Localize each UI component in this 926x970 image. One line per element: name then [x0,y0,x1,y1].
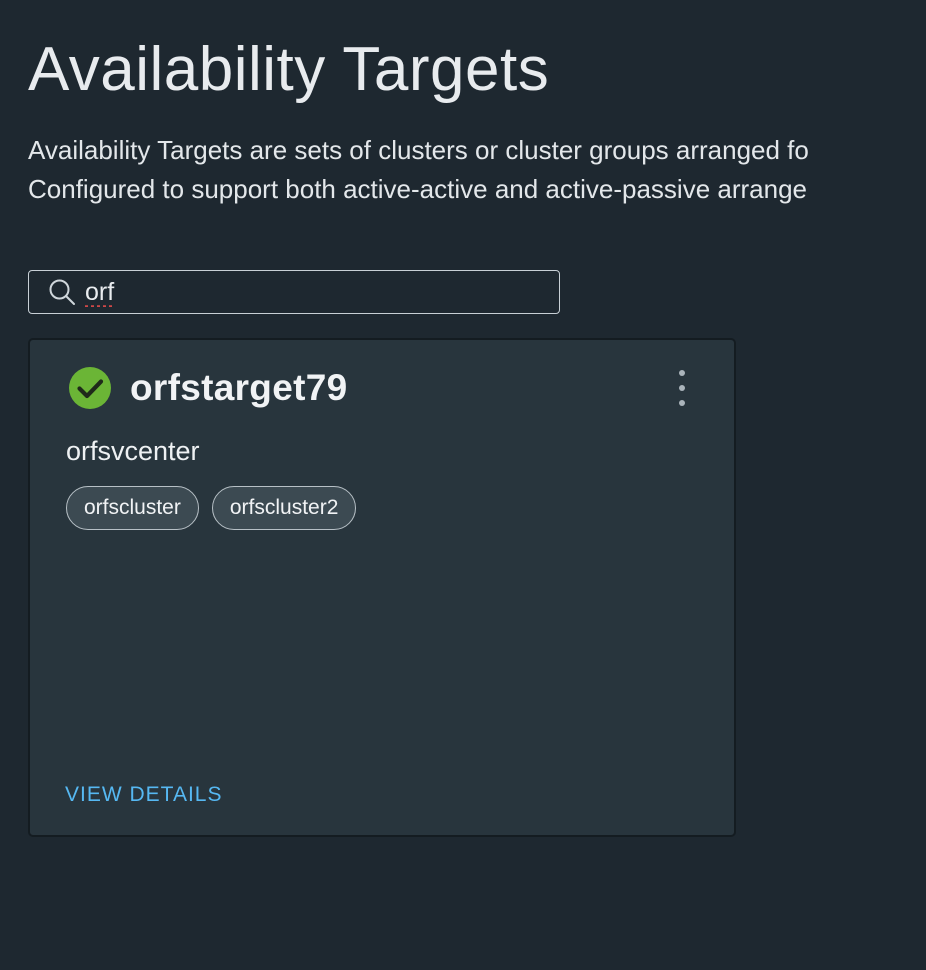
cluster-chip: orfscluster [66,486,199,530]
target-name: orfstarget79 [130,367,348,408]
vcenter-name: orfsvcenter [66,436,200,466]
page-title: Availability Targets [28,35,550,104]
description-line-2: Configured to support both active-active… [28,174,807,204]
kebab-menu-icon[interactable] [672,370,692,406]
search-input[interactable] [85,277,505,307]
availability-target-card: orfstarget79 orfsvcenter orfscluster orf… [28,338,736,837]
search-icon [47,277,77,307]
view-details-link[interactable]: VIEW DETAILS [65,783,222,807]
kebab-dot [679,370,685,376]
card-header: orfstarget79 [68,366,347,410]
description-line-1: Availability Targets are sets of cluster… [28,135,809,165]
kebab-dot [679,385,685,391]
cluster-chip: orfscluster2 [211,486,357,530]
kebab-dot [679,400,685,406]
search-box[interactable] [28,270,560,314]
cluster-chips: orfscluster orfscluster2 [66,486,357,530]
check-circle-icon [68,366,112,410]
page-description: Availability Targets are sets of cluster… [28,131,926,209]
